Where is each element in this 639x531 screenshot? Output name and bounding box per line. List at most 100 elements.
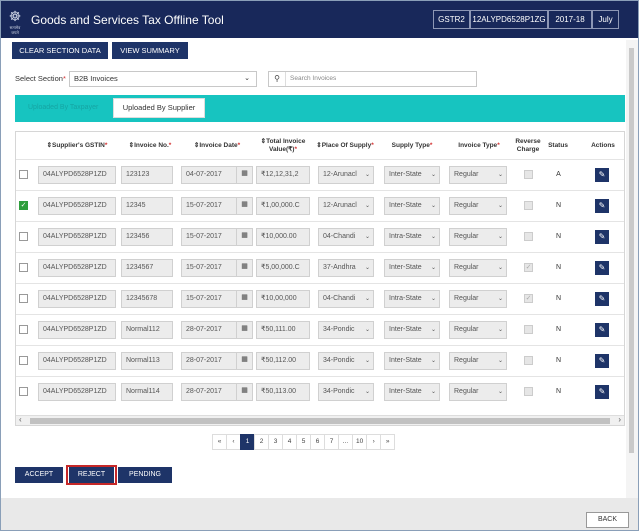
reverse-charge-checkbox[interactable] [524, 232, 533, 241]
reverse-charge-checkbox[interactable]: ✓ [524, 263, 533, 272]
supply-type-select[interactable]: Inter-State ⌄ [384, 259, 440, 277]
reverse-charge-checkbox[interactable] [524, 387, 533, 396]
calendar-icon[interactable]: ▦ [236, 353, 252, 369]
invoice-type-select[interactable]: Regular ⌄ [449, 228, 507, 246]
row-select-checkbox[interactable] [19, 356, 28, 365]
place-of-supply-select[interactable]: 12-Arunacl ⌄ [318, 166, 374, 184]
row-select-checkbox[interactable]: ✓ [19, 201, 28, 210]
gstin-field[interactable]: 04ALYPD6528P1ZD [38, 197, 116, 215]
page-link[interactable]: » [380, 434, 396, 450]
header-place-of-supply[interactable]: ⇕Place Of Supply* [313, 132, 377, 159]
page-link[interactable]: › [366, 434, 382, 450]
invoice-no-field[interactable]: Normal113 [121, 352, 173, 370]
clear-section-data-button[interactable]: CLEAR SECTION DATA [12, 42, 108, 59]
total-value-field[interactable]: ₹12,12,31,2 [256, 166, 310, 184]
row-select-checkbox[interactable] [19, 387, 28, 396]
tab-uploaded-by-taxpayer[interactable]: Uploaded By Taxpayer [28, 104, 98, 111]
page-link[interactable]: 4 [282, 434, 297, 450]
invoice-no-field[interactable]: 12345 [121, 197, 173, 215]
invoice-no-field[interactable]: 12345678 [121, 290, 173, 308]
calendar-icon[interactable]: ▦ [236, 322, 252, 338]
place-of-supply-select[interactable]: 34-Pondic ⌄ [318, 383, 374, 401]
invoice-date-field[interactable]: 04-07-2017 ▦ [181, 166, 253, 184]
edit-icon[interactable]: ✎ [595, 199, 609, 213]
invoice-type-select[interactable]: Regular ⌄ [449, 259, 507, 277]
header-invoice-no[interactable]: ⇕Invoice No.* [121, 132, 179, 159]
page-link[interactable]: 10 [352, 434, 368, 450]
invoice-date-field[interactable]: 28-07-2017 ▦ [181, 352, 253, 370]
total-value-field[interactable]: ₹10,000.00 [256, 228, 310, 246]
supply-type-select[interactable]: Inter-State ⌄ [384, 197, 440, 215]
reverse-charge-checkbox[interactable] [524, 201, 533, 210]
gstin-field[interactable]: 04ALYPD6528P1ZD [38, 166, 116, 184]
invoice-no-field[interactable]: 123456 [121, 228, 173, 246]
page-link[interactable]: 1 [240, 434, 255, 450]
page-link[interactable]: ... [338, 434, 353, 450]
edit-icon[interactable]: ✎ [595, 230, 609, 244]
invoice-no-field[interactable]: Normal112 [121, 321, 173, 339]
gstin-field[interactable]: 04ALYPD6528P1ZD [38, 290, 116, 308]
invoice-type-select[interactable]: Regular ⌄ [449, 290, 507, 308]
invoice-date-field[interactable]: 28-07-2017 ▦ [181, 383, 253, 401]
tab-uploaded-by-supplier[interactable]: Uploaded By Supplier [113, 98, 205, 118]
edit-icon[interactable]: ✎ [595, 354, 609, 368]
edit-icon[interactable]: ✎ [595, 323, 609, 337]
total-value-field[interactable]: ₹10,00,000 [256, 290, 310, 308]
back-button[interactable]: BACK [586, 512, 629, 528]
place-of-supply-select[interactable]: 04-Chandi ⌄ [318, 228, 374, 246]
supply-type-select[interactable]: Inter-State ⌄ [384, 383, 440, 401]
reverse-charge-checkbox[interactable] [524, 170, 533, 179]
header-gstin[interactable]: ⇕Supplier's GSTIN* [38, 132, 116, 159]
total-value-field[interactable]: ₹50,111.00 [256, 321, 310, 339]
calendar-icon[interactable]: ▦ [236, 384, 252, 400]
place-of-supply-select[interactable]: 04-Chandi ⌄ [318, 290, 374, 308]
place-of-supply-select[interactable]: 34-Pondic ⌄ [318, 352, 374, 370]
supply-type-select[interactable]: Intra-State ⌄ [384, 228, 440, 246]
page-link[interactable]: 7 [324, 434, 339, 450]
gstin-field[interactable]: 04ALYPD6528P1ZD [38, 383, 116, 401]
page-scrollbar[interactable] [626, 40, 638, 498]
row-select-checkbox[interactable] [19, 263, 28, 272]
reverse-charge-checkbox[interactable] [524, 356, 533, 365]
invoice-type-select[interactable]: Regular ⌄ [449, 197, 507, 215]
accept-button[interactable]: ACCEPT [15, 467, 63, 483]
calendar-icon[interactable]: ▦ [236, 167, 252, 183]
gstin-field[interactable]: 04ALYPD6528P1ZD [38, 228, 116, 246]
supply-type-select[interactable]: Inter-State ⌄ [384, 166, 440, 184]
edit-icon[interactable]: ✎ [595, 292, 609, 306]
view-summary-button[interactable]: VIEW SUMMARY [112, 42, 188, 59]
table-horizontal-scrollbar[interactable]: ‹ › [16, 415, 624, 425]
page-link[interactable]: 2 [254, 434, 269, 450]
invoice-date-field[interactable]: 28-07-2017 ▦ [181, 321, 253, 339]
invoice-type-select[interactable]: Regular ⌄ [449, 352, 507, 370]
total-value-field[interactable]: ₹50,113.00 [256, 383, 310, 401]
row-select-checkbox[interactable] [19, 170, 28, 179]
page-link[interactable]: 5 [296, 434, 311, 450]
place-of-supply-select[interactable]: 37-Andhra ⌄ [318, 259, 374, 277]
gstin-field[interactable]: 04ALYPD6528P1ZD [38, 352, 116, 370]
search-input[interactable]: ⚲ Search Invoices [268, 71, 477, 87]
gstin-field[interactable]: 04ALYPD6528P1ZD [38, 259, 116, 277]
section-select[interactable]: B2B Invoices ⌄ [69, 71, 257, 87]
invoice-no-field[interactable]: 1234567 [121, 259, 173, 277]
invoice-no-field[interactable]: 123123 [121, 166, 173, 184]
calendar-icon[interactable]: ▦ [236, 260, 252, 276]
row-select-checkbox[interactable] [19, 232, 28, 241]
invoice-type-select[interactable]: Regular ⌄ [449, 166, 507, 184]
calendar-icon[interactable]: ▦ [236, 229, 252, 245]
edit-icon[interactable]: ✎ [595, 385, 609, 399]
place-of-supply-select[interactable]: 34-Pondic ⌄ [318, 321, 374, 339]
supply-type-select[interactable]: Inter-State ⌄ [384, 352, 440, 370]
gstin-field[interactable]: 04ALYPD6528P1ZD [38, 321, 116, 339]
invoice-no-field[interactable]: Normal114 [121, 383, 173, 401]
total-value-field[interactable]: ₹5,00,000.C [256, 259, 310, 277]
scroll-left-icon[interactable]: ‹ [19, 415, 22, 424]
header-invoice-date[interactable]: ⇕Invoice Date* [181, 132, 253, 159]
page-link[interactable]: ‹ [226, 434, 241, 450]
calendar-icon[interactable]: ▦ [236, 198, 252, 214]
supply-type-select[interactable]: Intra-State ⌄ [384, 290, 440, 308]
header-total-value[interactable]: ⇕Total Invoice Value(₹)* [256, 132, 310, 159]
invoice-date-field[interactable]: 15-07-2017 ▦ [181, 259, 253, 277]
page-link[interactable]: « [212, 434, 227, 450]
place-of-supply-select[interactable]: 12-Arunacl ⌄ [318, 197, 374, 215]
